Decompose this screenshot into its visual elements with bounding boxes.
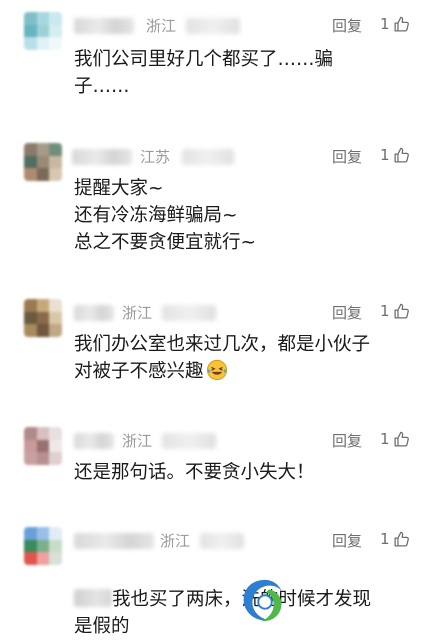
location-label: 江苏 — [140, 148, 171, 166]
meta-blurred — [162, 305, 216, 321]
comment-text: 我们办公室也来过几次，都是小伙子 对被子不感兴趣 — [74, 331, 404, 385]
username-blurred[interactable] — [72, 149, 132, 165]
like-count: 1 — [380, 430, 390, 448]
username-blurred[interactable] — [74, 433, 114, 449]
username-blurred[interactable] — [74, 18, 134, 34]
meta-blurred — [200, 533, 244, 549]
avatar[interactable] — [24, 427, 62, 465]
location-label: 浙江 — [122, 304, 153, 322]
username-blurred[interactable] — [74, 533, 154, 549]
like-count: 1 — [380, 146, 390, 164]
location-label: 浙江 — [146, 17, 177, 35]
reply-button[interactable]: 回复 — [332, 430, 362, 451]
avatar[interactable] — [24, 527, 62, 565]
reply-button[interactable]: 回复 — [332, 15, 362, 36]
meta-blurred — [182, 149, 234, 165]
comment-text: 我们公司里好几个都买了……骗 子…… — [74, 49, 334, 97]
reply-button[interactable]: 回复 — [332, 530, 362, 551]
reply-button[interactable]: 回复 — [332, 146, 362, 167]
location-label: 浙江 — [122, 432, 153, 450]
like-button[interactable]: 1 — [380, 430, 410, 448]
like-button[interactable]: 1 — [380, 15, 410, 33]
thumbs-up-icon — [394, 16, 409, 32]
comment-text: 还是那句话。不要贪小失大！ — [74, 462, 315, 483]
location-label: 浙江 — [160, 532, 191, 550]
reply-button[interactable]: 回复 — [332, 302, 362, 323]
mention-blurred — [74, 589, 112, 607]
avatar[interactable] — [24, 12, 62, 50]
like-count: 1 — [380, 302, 390, 320]
comment-text: 提醒大家~ 还有冷冻海鲜骗局~ 总之不要贪便宜就行~ — [74, 178, 257, 253]
thumbs-up-icon — [394, 303, 409, 319]
like-count: 1 — [380, 530, 390, 548]
like-button[interactable]: 1 — [380, 302, 410, 320]
username-blurred[interactable] — [74, 305, 114, 321]
meta-blurred — [162, 433, 216, 449]
thumbs-up-icon — [394, 431, 409, 447]
avatar[interactable] — [24, 143, 62, 181]
thumbs-up-icon — [394, 147, 409, 163]
avatar[interactable] — [24, 299, 62, 337]
swirl-logo-icon — [243, 579, 283, 622]
thumbs-up-icon — [394, 531, 409, 547]
like-count: 1 — [380, 15, 390, 33]
like-button[interactable]: 1 — [380, 530, 410, 548]
like-button[interactable]: 1 — [380, 146, 410, 164]
laughing-tears-emoji — [206, 359, 227, 381]
meta-blurred — [186, 18, 240, 34]
